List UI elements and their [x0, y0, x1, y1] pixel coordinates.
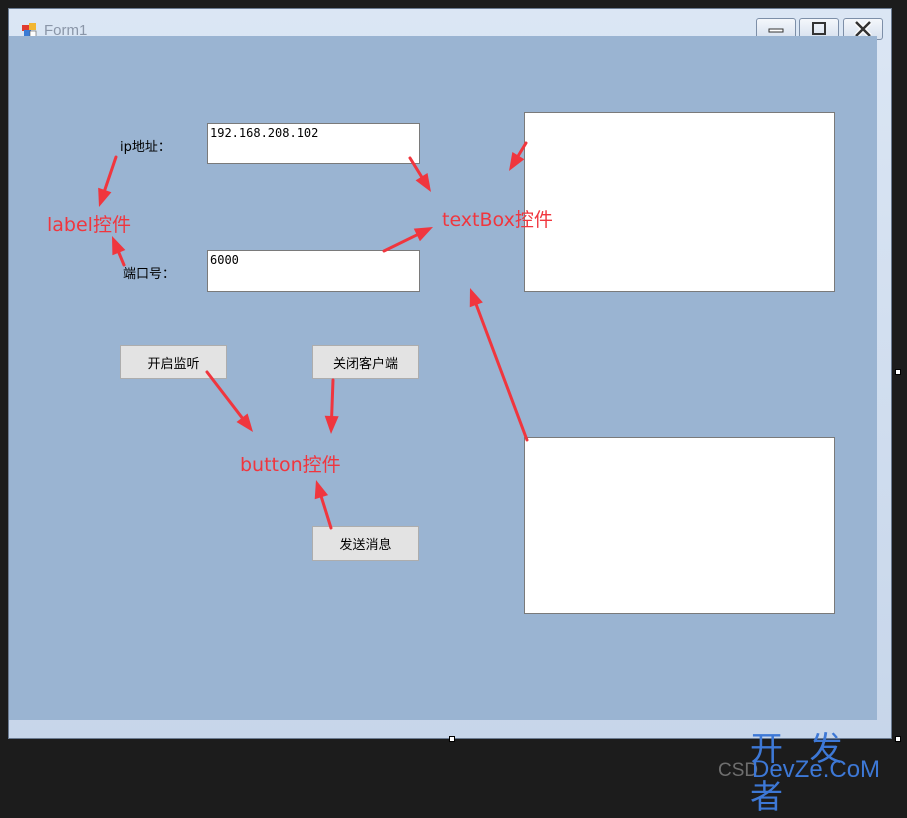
button-arrow-1-shaft — [205, 370, 244, 420]
site-watermark: DevZe.CoM — [752, 756, 881, 783]
label-arrow-up-head — [98, 187, 112, 207]
button-arrow-3-shaft — [319, 495, 333, 530]
resize-handle-bottom[interactable] — [449, 736, 455, 742]
textbox-arrow-2-head — [413, 227, 433, 242]
resize-handle-right[interactable] — [895, 369, 901, 375]
textbox-arrow-3-head — [509, 151, 525, 171]
label-arrow-down-head — [112, 236, 126, 256]
textbox-arrow-4-shaft — [474, 303, 529, 442]
textbox-arrow-2-shaft — [382, 233, 419, 253]
label-arrow-down-shaft — [117, 251, 126, 267]
button-arrow-1-head — [236, 413, 253, 432]
button-arrow-2-shaft — [330, 378, 335, 418]
textbox-arrow-1-head — [415, 173, 431, 192]
label-arrow-up-shaft — [103, 155, 118, 192]
button-arrow-3-head — [314, 480, 329, 500]
textbox-arrow-3-shaft — [516, 141, 528, 158]
button-arrow-2-head — [324, 415, 339, 434]
textbox-arrow-1-shaft — [408, 156, 424, 179]
annotation-arrows — [98, 141, 529, 530]
textbox-arrow-4-head — [469, 288, 483, 308]
